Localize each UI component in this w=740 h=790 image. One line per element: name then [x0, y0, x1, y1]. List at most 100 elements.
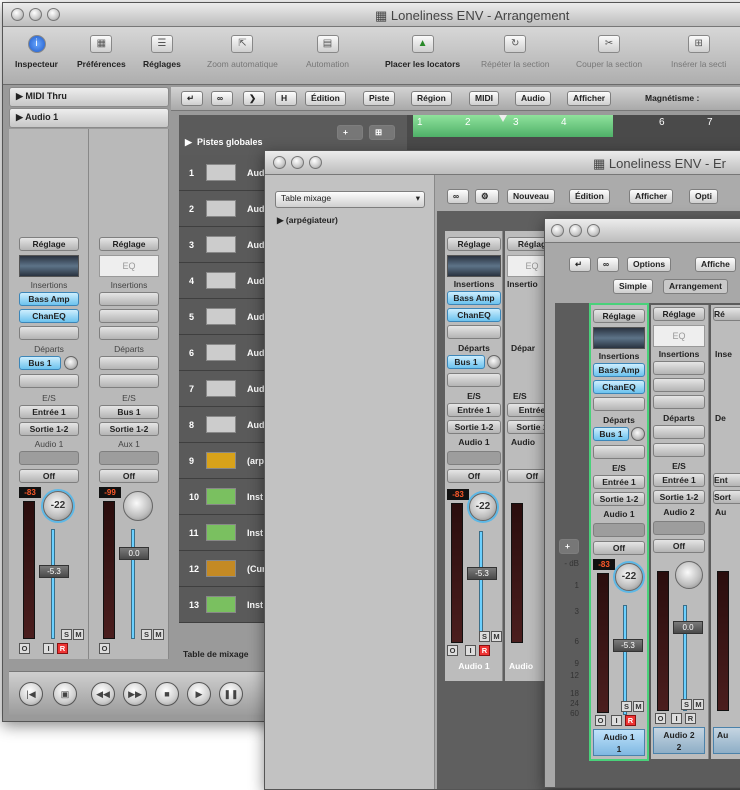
input-slot[interactable]: Bus 1 — [99, 405, 159, 419]
record-arm-button[interactable]: R — [479, 645, 490, 656]
automation-mode-button[interactable]: Off — [19, 469, 79, 483]
send-slot-empty[interactable] — [653, 425, 705, 439]
input-slot[interactable]: Entrée 1 — [593, 475, 645, 489]
record-arm-button[interactable]: R — [57, 643, 68, 654]
input-slot[interactable]: Entrée 1 — [653, 473, 705, 487]
plugin-slot-empty[interactable] — [653, 378, 705, 392]
plugin-slot-empty[interactable] — [653, 395, 705, 409]
mute-button[interactable]: M — [153, 629, 164, 640]
reglage-button[interactable]: Réglage — [19, 237, 79, 251]
minimize-icon[interactable] — [569, 224, 582, 237]
plugin-slot-chaneq[interactable]: ChanEQ — [19, 309, 79, 323]
mixer-options-icon[interactable]: ⚙ — [475, 189, 499, 204]
plugin-slot-empty[interactable] — [99, 292, 159, 306]
reglage-button[interactable]: Ré — [713, 307, 740, 321]
group-slot[interactable] — [99, 451, 159, 465]
track-row[interactable]: 10 Inst — [179, 479, 267, 515]
plugin-slot-bass-amp[interactable]: Bass Amp — [19, 292, 79, 306]
arrangement-titlebar[interactable]: ▦ Loneliness ENV - Arrangement — [3, 3, 740, 27]
bounce-button[interactable]: O — [447, 645, 458, 656]
volume-fader-handle[interactable]: -5.3 — [467, 567, 497, 580]
strip-footer-button[interactable]: Audio 11 — [593, 729, 645, 756]
pan-knob[interactable] — [123, 491, 153, 521]
input-monitor-button[interactable]: I — [43, 643, 54, 654]
reglage-button[interactable]: Réglage — [99, 237, 159, 251]
record-arm-button[interactable]: R — [685, 713, 696, 724]
forward-icon[interactable]: ▶▶ — [123, 682, 147, 706]
toolbar-inspecteur[interactable]: i Inspecteur — [15, 35, 58, 69]
global-tracks-header[interactable]: ▶ Pistes globales + ⊞ — [179, 115, 407, 155]
bounce-button[interactable]: O — [19, 643, 30, 654]
bounce-button[interactable]: O — [99, 643, 110, 654]
minimize-icon[interactable] — [29, 8, 42, 21]
bounce-button[interactable]: O — [655, 713, 666, 724]
volume-fader-track[interactable] — [51, 529, 55, 639]
volume-fader-track[interactable] — [131, 529, 135, 639]
volume-fader-handle[interactable]: 0.0 — [673, 621, 703, 634]
add-strip-button[interactable]: + — [559, 539, 579, 554]
output-slot[interactable]: Sortie 1-2 — [447, 420, 501, 434]
small-strip-audio2[interactable]: Réglage EQ Insertions Départs E/S Entrée… — [651, 305, 709, 759]
toolbar-reglages[interactable]: ☰ Réglages — [143, 35, 181, 69]
plugin-slot-empty[interactable] — [653, 361, 705, 375]
input-slot[interactable]: Entrée 1 — [19, 405, 79, 419]
pan-knob[interactable]: -22 — [615, 563, 643, 591]
track-row[interactable]: 9 (arp — [179, 443, 267, 479]
zoom-icon[interactable] — [47, 8, 60, 21]
input-monitor-button[interactable]: I — [611, 715, 622, 726]
toolbar-couper-section[interactable]: ✂ Couper la section — [576, 35, 642, 69]
track-row[interactable]: 3 Aud — [179, 227, 267, 263]
input-slot[interactable]: Ent — [713, 473, 740, 487]
link-icon[interactable]: ∞ — [597, 257, 619, 272]
go-to-start-icon[interactable]: |◀ — [19, 682, 43, 706]
tab-arrangement[interactable]: Arrangement — [663, 279, 728, 294]
solo-button[interactable]: S — [479, 631, 490, 642]
mute-button[interactable]: M — [73, 629, 84, 640]
mute-button[interactable]: M — [633, 701, 644, 712]
input-monitor-button[interactable]: I — [465, 645, 476, 656]
eq-thumbnail[interactable] — [593, 327, 645, 349]
input-slot[interactable]: Entrée 1 — [447, 403, 501, 417]
mixer-titlebar[interactable]: ▦ Loneliness ENV - Er — [265, 151, 740, 175]
eq-thumbnail[interactable] — [447, 255, 501, 277]
inspector-midi-thru[interactable]: ▶ MIDI Thru — [9, 87, 169, 107]
eq-thumbnail[interactable] — [19, 255, 79, 277]
track-row[interactable]: 11 Inst — [179, 515, 267, 551]
menu-piste[interactable]: Piste — [363, 91, 396, 106]
add-track-button[interactable]: + — [337, 125, 363, 140]
pan-knob[interactable]: -22 — [469, 493, 497, 521]
mute-button[interactable]: M — [491, 631, 502, 642]
pause-icon[interactable]: ❚❚ — [219, 682, 243, 706]
send-slot-empty[interactable] — [653, 443, 705, 457]
link-icon[interactable]: ∞ — [447, 189, 469, 204]
record-mode-icon[interactable]: ▣ — [53, 682, 77, 706]
play-icon[interactable]: ▶ — [187, 682, 211, 706]
send-level-knob[interactable] — [64, 356, 78, 370]
ruler[interactable]: 1 2 3 4 6 7 — [407, 115, 740, 155]
menu-edition[interactable]: Édition — [305, 91, 346, 106]
track-row[interactable]: 2 Aud — [179, 191, 267, 227]
toolbar-placer-locators[interactable]: ▲ Placer les locators — [385, 35, 460, 69]
tab-simple[interactable]: Simple — [613, 279, 653, 294]
track-row[interactable]: 1 Aud — [179, 155, 267, 191]
zoom-icon[interactable] — [587, 224, 600, 237]
mixer-view-dropdown[interactable]: Table mixage ▾ — [275, 191, 425, 208]
plugin-slot-chaneq[interactable]: ChanEQ — [447, 308, 501, 322]
back-icon[interactable]: ↵ — [569, 257, 591, 272]
toolbar-zoom-auto[interactable]: ⇱ Zoom automatique — [207, 35, 278, 69]
pan-knob[interactable] — [675, 561, 703, 589]
plugin-slot-chaneq[interactable]: ChanEQ — [593, 380, 645, 394]
reglage-button[interactable]: Réglage — [653, 307, 705, 321]
plugin-slot-empty[interactable] — [99, 309, 159, 323]
menu-options[interactable]: Opti — [689, 189, 718, 204]
output-slot[interactable]: Sortie 1-2 — [99, 422, 159, 436]
menu-options[interactable]: Options — [627, 257, 672, 272]
plugin-slot-empty[interactable] — [447, 325, 501, 339]
volume-fader-handle[interactable]: 0.0 — [119, 547, 149, 560]
menu-edition[interactable]: Édition — [569, 189, 610, 204]
rewind-icon[interactable]: ◀◀ — [91, 682, 115, 706]
volume-fader-track[interactable] — [479, 531, 483, 641]
reglage-button[interactable]: Réglage — [593, 309, 645, 323]
record-arm-button[interactable]: R — [625, 715, 636, 726]
track-row[interactable]: 6 Aud — [179, 335, 267, 371]
